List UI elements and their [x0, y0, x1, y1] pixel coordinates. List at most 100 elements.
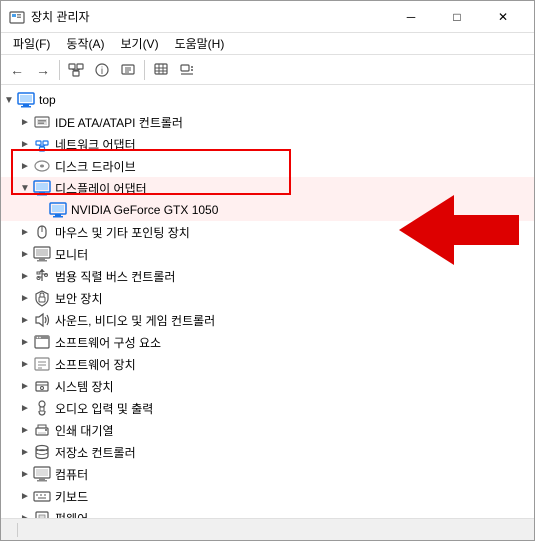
title-text: 장치 관리자 — [31, 8, 388, 25]
expand-arrow[interactable]: ► — [17, 290, 33, 306]
tree-root[interactable]: ▼ top — [1, 89, 534, 111]
software-icon — [33, 333, 51, 351]
list-item[interactable]: ► 시스템 장치 — [1, 375, 534, 397]
keyboard-icon — [33, 487, 51, 505]
list-item[interactable]: ► 키보드 — [1, 485, 534, 507]
menu-action[interactable]: 동작(A) — [58, 33, 112, 54]
close-button[interactable]: ✕ — [480, 1, 526, 33]
toolbar-btn-1[interactable] — [64, 58, 88, 82]
item-label: 보안 장치 — [55, 290, 103, 307]
toolbar-separator-1 — [59, 60, 60, 80]
window-icon — [9, 9, 25, 25]
toolbar-btn-2[interactable]: i — [90, 58, 114, 82]
item-label: 소프트웨어 구성 요소 — [55, 334, 161, 351]
expand-arrow[interactable]: ► — [17, 158, 33, 174]
list-item[interactable]: ► 범용 직렬 버스 컨트롤러 — [1, 265, 534, 287]
expand-arrow[interactable]: ► — [17, 400, 33, 416]
item-label: 디스크 드라이브 — [55, 158, 136, 175]
list-item[interactable]: ► 네트워크 어댑터 — [1, 133, 534, 155]
list-item[interactable]: ► 소프트웨어 장치 — [1, 353, 534, 375]
expand-arrow[interactable]: ► — [17, 378, 33, 394]
toolbar: ← → i — [1, 55, 534, 85]
list-item[interactable]: ► 모니터 — [1, 243, 534, 265]
item-label: 네트워크 어댑터 — [55, 136, 136, 153]
item-label: 디스플레이 어댑터 — [55, 180, 147, 197]
expand-arrow[interactable]: ► — [17, 334, 33, 350]
list-item[interactable]: ► 마우스 및 기타 포인팅 장치 — [1, 221, 534, 243]
computer-icon — [17, 91, 35, 109]
expand-arrow[interactable]: ▼ — [17, 180, 33, 196]
display-icon — [33, 179, 51, 197]
expand-arrow[interactable]: ► — [17, 224, 33, 240]
item-label: NVIDIA GeForce GTX 1050 — [71, 203, 218, 217]
list-item[interactable]: ► 보안 장치 — [1, 287, 534, 309]
print-icon — [33, 421, 51, 439]
list-item[interactable]: ► 오디오 입력 및 출력 — [1, 397, 534, 419]
item-label: 범용 직렬 버스 컨트롤러 — [55, 268, 175, 285]
list-item[interactable]: ► 사운드, 비디오 및 게임 컨트롤러 — [1, 309, 534, 331]
expand-arrow[interactable]: ► — [17, 246, 33, 262]
audio-icon — [33, 399, 51, 417]
item-label: 저장소 컨트롤러 — [55, 444, 136, 461]
list-item[interactable]: ► 디스크 드라이브 — [1, 155, 534, 177]
maximize-button[interactable]: □ — [434, 1, 480, 33]
software2-icon — [33, 355, 51, 373]
toolbar-btn-3[interactable] — [116, 58, 140, 82]
storage-icon — [33, 443, 51, 461]
item-label: 사운드, 비디오 및 게임 컨트롤러 — [55, 312, 215, 329]
expand-arrow[interactable]: ► — [17, 510, 33, 518]
network-icon — [33, 135, 51, 153]
item-label: 인쇄 대기열 — [55, 422, 114, 439]
usb-icon — [33, 267, 51, 285]
item-label: 오디오 입력 및 출력 — [55, 400, 153, 417]
menu-help[interactable]: 도움말(H) — [167, 33, 233, 54]
toolbar-separator-2 — [144, 60, 145, 80]
root-expand-arrow[interactable]: ▼ — [1, 92, 17, 108]
back-button[interactable]: ← — [5, 58, 29, 82]
device-manager-window: 장치 관리자 ─ □ ✕ 파일(F) 동작(A) 보기(V) 도움말(H) ← … — [0, 0, 535, 541]
list-item[interactable]: ► 인쇄 대기열 — [1, 419, 534, 441]
menu-view[interactable]: 보기(V) — [112, 33, 166, 54]
toolbar-btn-5[interactable] — [175, 58, 199, 82]
expand-arrow[interactable]: ► — [17, 422, 33, 438]
computer2-icon — [33, 465, 51, 483]
expand-arrow[interactable]: ► — [17, 114, 33, 130]
list-item[interactable]: ► 펌웨어 — [1, 507, 534, 518]
expand-arrow[interactable]: ► — [17, 356, 33, 372]
list-item[interactable]: ► IDE ATA/ATAPI 컨트롤러 — [1, 111, 534, 133]
system-icon — [33, 377, 51, 395]
toolbar-btn-4[interactable] — [149, 58, 173, 82]
list-item[interactable]: ► 컴퓨터 — [1, 463, 534, 485]
monitor-icon — [33, 245, 51, 263]
menu-bar: 파일(F) 동작(A) 보기(V) 도움말(H) — [1, 33, 534, 55]
item-label: 키보드 — [55, 488, 88, 505]
expand-arrow[interactable]: ► — [17, 312, 33, 328]
list-item[interactable]: ► 저장소 컨트롤러 — [1, 441, 534, 463]
forward-button[interactable]: → — [31, 58, 55, 82]
disk-icon — [33, 157, 51, 175]
title-bar-buttons: ─ □ ✕ — [388, 1, 526, 33]
display-adapter-item[interactable]: ▼ 디스플레이 어댑터 — [1, 177, 534, 199]
tree-container[interactable]: ▼ top ► IDE ATA/ATAPI 컨트롤러 ► — [1, 85, 534, 518]
menu-file[interactable]: 파일(F) — [5, 33, 58, 54]
expand-arrow[interactable]: ► — [17, 444, 33, 460]
list-item[interactable]: ► 소프트웨어 구성 요소 — [1, 331, 534, 353]
firmware-icon — [33, 509, 51, 518]
root-label: top — [39, 93, 56, 107]
security-icon — [33, 289, 51, 307]
status-bar — [1, 518, 534, 540]
sound-icon — [33, 311, 51, 329]
expand-arrow[interactable]: ► — [17, 466, 33, 482]
minimize-button[interactable]: ─ — [388, 1, 434, 33]
item-label: 컴퓨터 — [55, 466, 88, 483]
expand-arrow[interactable]: ► — [17, 488, 33, 504]
expand-arrow[interactable]: ► — [17, 268, 33, 284]
expand-arrow[interactable]: ► — [17, 136, 33, 152]
item-label: 펌웨어 — [55, 510, 88, 519]
item-label: 모니터 — [55, 246, 88, 263]
nvidia-gpu-item[interactable]: ► NVIDIA GeForce GTX 1050 — [1, 199, 534, 221]
status-separator — [17, 523, 18, 537]
ide-icon — [33, 113, 51, 131]
item-label: 시스템 장치 — [55, 378, 114, 395]
item-label: 마우스 및 기타 포인팅 장치 — [55, 224, 190, 241]
